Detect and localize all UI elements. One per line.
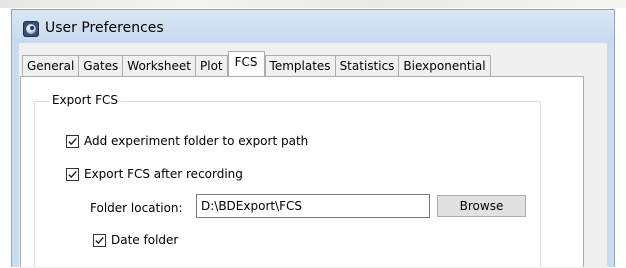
browse-button[interactable]: Browse bbox=[437, 195, 526, 217]
background-strip bbox=[0, 0, 626, 8]
tab-general[interactable]: General bbox=[22, 55, 80, 76]
export-after-recording-checkbox[interactable] bbox=[66, 167, 79, 181]
add-experiment-folder-option[interactable]: Add experiment folder to export path bbox=[66, 134, 308, 148]
folder-location-input[interactable] bbox=[196, 194, 430, 218]
add-experiment-folder-label: Add experiment folder to export path bbox=[84, 134, 309, 148]
tab-plot[interactable]: Plot bbox=[195, 55, 228, 76]
tab-gates[interactable]: Gates bbox=[78, 55, 124, 76]
export-after-recording-label: Export FCS after recording bbox=[84, 167, 243, 181]
export-after-recording-option[interactable]: Export FCS after recording bbox=[66, 167, 243, 181]
date-folder-label: Date folder bbox=[111, 233, 179, 247]
tab-strip: General Gates Worksheet Plot FCS Templat… bbox=[22, 51, 491, 76]
export-fcs-group-label: Export FCS bbox=[49, 93, 121, 107]
tab-templates[interactable]: Templates bbox=[264, 55, 336, 76]
title-bar[interactable]: User Preferences bbox=[12, 10, 614, 43]
tab-worksheet[interactable]: Worksheet bbox=[122, 55, 197, 76]
add-experiment-folder-checkbox[interactable] bbox=[66, 134, 79, 148]
date-folder-option[interactable]: Date folder bbox=[93, 233, 178, 247]
folder-location-label: Folder location: bbox=[90, 201, 183, 215]
checkmark-icon bbox=[95, 236, 104, 244]
tab-statistics[interactable]: Statistics bbox=[334, 55, 400, 76]
date-folder-checkbox[interactable] bbox=[93, 233, 106, 247]
app-icon bbox=[23, 21, 39, 37]
tab-fcs[interactable]: FCS bbox=[227, 51, 265, 76]
window-title: User Preferences bbox=[45, 20, 164, 36]
tab-biexponential[interactable]: Biexponential bbox=[398, 55, 491, 76]
checkmark-icon bbox=[68, 137, 77, 145]
checkmark-icon bbox=[68, 170, 77, 178]
